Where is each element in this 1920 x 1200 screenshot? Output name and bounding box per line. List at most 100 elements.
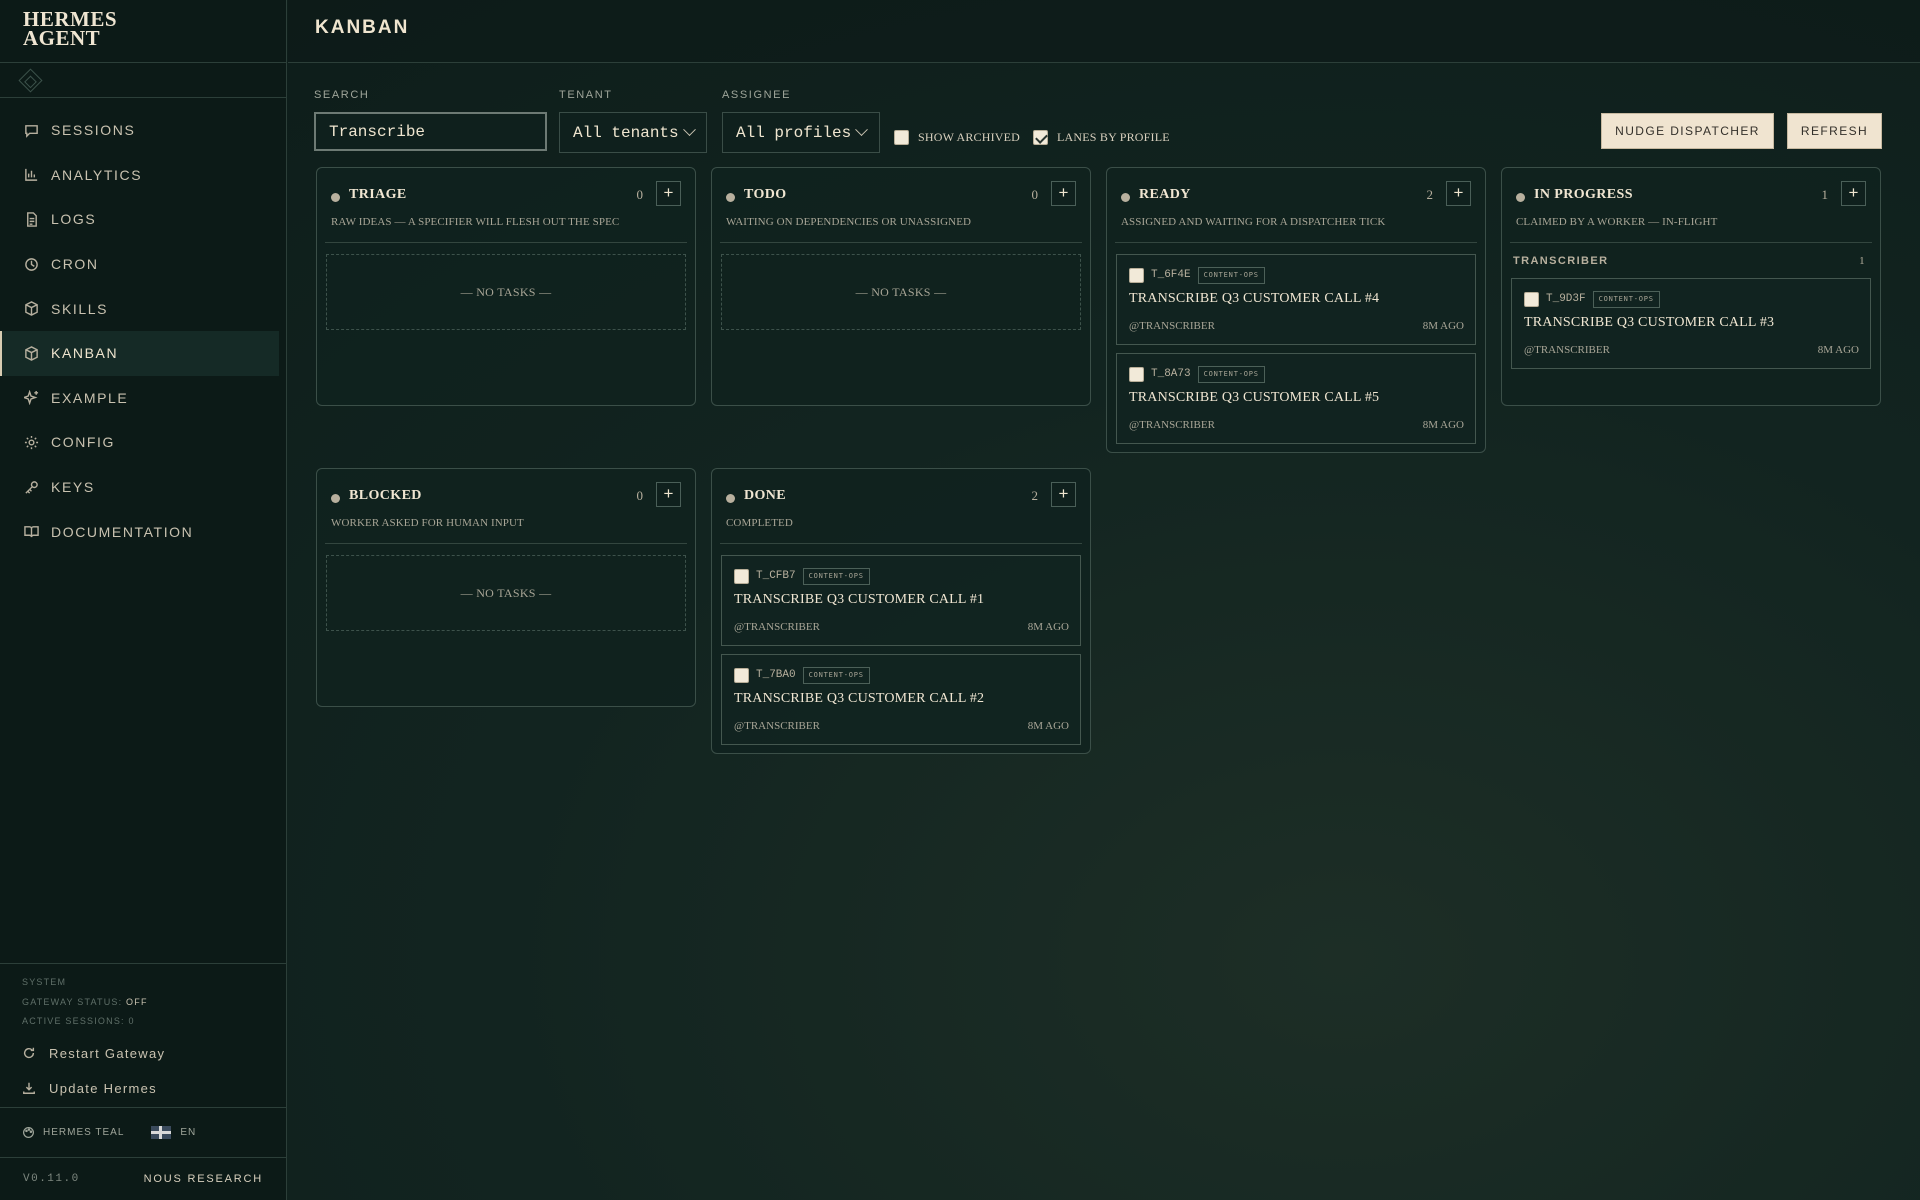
status-dot [331, 193, 340, 202]
status-dot [1121, 193, 1130, 202]
uk-flag-icon[interactable] [151, 1126, 172, 1139]
nudge-dispatcher-button[interactable]: NUDGE DISPATCHER [1601, 113, 1774, 149]
task-checkbox[interactable] [1129, 267, 1144, 283]
card-header: T_7BA0 CONTENT-OPS [734, 666, 870, 684]
task-title: TRANSCRIBE Q3 CUSTOMER CALL #1 [734, 592, 985, 607]
task-assignee: @TRANSCRIBER [734, 621, 820, 633]
refresh-button[interactable]: REFRESH [1787, 113, 1882, 149]
empty-state: — NO TASKS — [721, 254, 1081, 330]
task-assignee: @TRANSCRIBER [1129, 320, 1215, 332]
task-assignee: @TRANSCRIBER [734, 720, 820, 732]
task-card[interactable]: T_8A73 CONTENT-OPS TRANSCRIBE Q3 CUSTOME… [1116, 353, 1476, 444]
gear-icon [23, 434, 39, 450]
update-hermes-button[interactable]: Update Hermes [22, 1071, 287, 1106]
org-name[interactable]: NOUS RESEARCH [144, 1173, 263, 1185]
sidebar-item-label: KANBAN [51, 345, 119, 362]
show-archived-toggle[interactable]: SHOW ARCHIVED [894, 130, 1020, 145]
chevron-down-icon [682, 123, 696, 137]
sidebar-item-config[interactable]: CONFIG [0, 420, 286, 465]
show-archived-checkbox[interactable] [894, 130, 909, 145]
divider [720, 242, 1082, 243]
column-header: TRIAGE 0 + [331, 181, 681, 214]
task-age: 8M AGO [1422, 320, 1464, 332]
theme-name[interactable]: HERMES TEAL [43, 1127, 124, 1138]
sidebar-item-label: ANALYTICS [51, 166, 143, 183]
task-checkbox[interactable] [1524, 291, 1539, 307]
key-icon [23, 479, 39, 495]
task-title: TRANSCRIBE Q3 CUSTOMER CALL #3 [1524, 315, 1775, 330]
sidebar-item-keys[interactable]: KEYS [0, 465, 286, 510]
book-open-icon [23, 524, 39, 540]
sidebar: HERMES AGENT SESSIONS ANALYTICS LOGS CRO… [0, 0, 287, 1200]
tenant-select[interactable]: All tenants [559, 112, 707, 153]
lanes-by-profile-toggle[interactable]: LANES BY PROFILE [1033, 130, 1170, 145]
sidebar-item-example[interactable]: EXAMPLE [0, 376, 286, 421]
task-card[interactable]: T_CFB7 CONTENT-OPS TRANSCRIBE Q3 CUSTOME… [721, 555, 1081, 646]
sidebar-item-kanban[interactable]: KANBAN [0, 330, 279, 376]
task-age: 8M AGO [1817, 344, 1859, 356]
add-task-button[interactable]: + [1051, 181, 1076, 206]
palette-icon[interactable] [22, 1126, 35, 1139]
sidebar-item-label: KEYS [51, 479, 95, 496]
divider [1115, 242, 1477, 243]
bar-chart-icon [23, 167, 39, 183]
sidebar-item-sessions[interactable]: SESSIONS [0, 108, 286, 153]
task-age: 8M AGO [1422, 419, 1464, 431]
theme-language-row: HERMES TEAL EN [0, 1107, 287, 1157]
brand-logo[interactable]: HERMES AGENT [0, 0, 286, 63]
sidebar-item-cron[interactable]: CRON [0, 242, 286, 287]
update-hermes-label: Update Hermes [49, 1080, 157, 1096]
task-age: 8M AGO [1027, 621, 1069, 633]
tenant-badge: CONTENT-OPS [1592, 290, 1660, 308]
column-count: 2 [1426, 187, 1434, 202]
column-in-progress: IN PROGRESS 1 + CLAIMED BY A WORKER — IN… [1501, 167, 1881, 406]
language-code[interactable]: EN [180, 1127, 196, 1138]
search-input[interactable] [314, 112, 547, 151]
card-footer: @TRANSCRIBER 8M AGO [1129, 419, 1464, 431]
sidebar-item-documentation[interactable]: DOCUMENTATION [0, 509, 286, 554]
divider [325, 242, 687, 243]
task-card[interactable]: T_6F4E CONTENT-OPS TRANSCRIBE Q3 CUSTOME… [1116, 254, 1476, 345]
column-title: BLOCKED [349, 488, 422, 503]
card-footer: @TRANSCRIBER 8M AGO [1524, 344, 1859, 356]
column-description: WAITING ON DEPENDENCIES OR UNASSIGNED [726, 216, 972, 228]
task-card[interactable]: T_7BA0 CONTENT-OPS TRANSCRIBE Q3 CUSTOME… [721, 654, 1081, 745]
sidebar-emblem-row [0, 63, 286, 98]
brand-line-2: AGENT [23, 26, 101, 50]
column-count: 0 [636, 187, 644, 202]
add-task-button[interactable]: + [656, 181, 681, 206]
task-checkbox[interactable] [1129, 366, 1144, 382]
add-task-button[interactable]: + [656, 482, 681, 507]
lanes-by-profile-checkbox[interactable] [1033, 130, 1048, 145]
add-task-button[interactable]: + [1446, 181, 1471, 206]
column-blocked: BLOCKED 0 + WORKER ASKED FOR HUMAN INPUT… [316, 468, 696, 707]
restart-gateway-button[interactable]: Restart Gateway [22, 1036, 287, 1071]
restart-gateway-label: Restart Gateway [49, 1045, 166, 1061]
sidebar-item-label: LOGS [51, 211, 97, 228]
sidebar-item-label: DOCUMENTATION [51, 523, 194, 540]
column-description: ASSIGNED AND WAITING FOR A DISPATCHER TI… [1121, 216, 1386, 228]
column-description: COMPLETED [726, 517, 793, 529]
app-version: V0.11.0 [23, 1173, 80, 1185]
card-header: T_6F4E CONTENT-OPS [1129, 266, 1265, 284]
task-card[interactable]: T_9D3F CONTENT-OPS TRANSCRIBE Q3 CUSTOME… [1511, 278, 1871, 369]
add-task-button[interactable]: + [1051, 482, 1076, 507]
card-header: T_9D3F CONTENT-OPS [1524, 290, 1660, 308]
status-dot [726, 193, 735, 202]
download-icon [23, 1082, 35, 1094]
version-row: V0.11.0 NOUS RESEARCH [0, 1157, 287, 1200]
active-sessions: ACTIVE SESSIONS: 0 [22, 1014, 287, 1034]
add-task-button[interactable]: + [1841, 181, 1866, 206]
sidebar-item-logs[interactable]: LOGS [0, 197, 286, 242]
refresh-icon [23, 1047, 35, 1059]
divider [325, 543, 687, 544]
divider [1510, 242, 1872, 243]
assignee-select-value: All profiles [736, 123, 852, 142]
assignee-select[interactable]: All profiles [722, 112, 880, 153]
column-header: BLOCKED 0 + [331, 482, 681, 515]
sidebar-item-analytics[interactable]: ANALYTICS [0, 153, 286, 198]
column-header: IN PROGRESS 1 + [1516, 181, 1866, 214]
task-checkbox[interactable] [734, 568, 749, 584]
task-checkbox[interactable] [734, 667, 749, 683]
sidebar-item-skills[interactable]: SKILLS [0, 286, 286, 331]
